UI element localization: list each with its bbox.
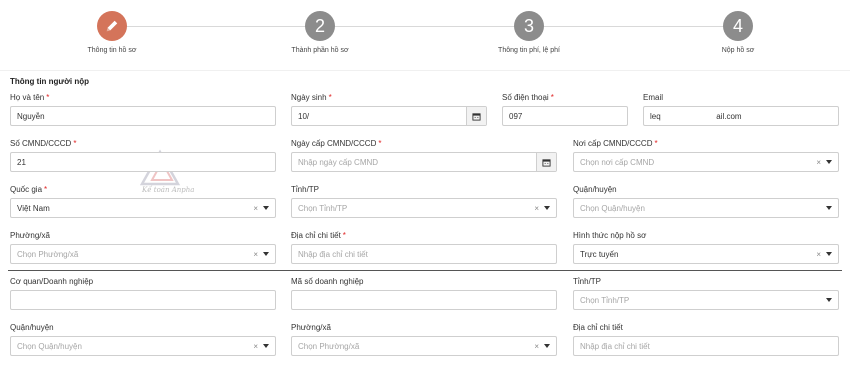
calendar-icon[interactable] [466, 107, 486, 125]
step-4[interactable]: 4 Nộp hồ sơ [658, 11, 818, 54]
label-email: Email [643, 93, 664, 102]
org-ward-select[interactable]: Chọn Phường/xã × [291, 336, 557, 356]
divider [0, 70, 850, 71]
label-ngay-sinh: Ngày sinh * [291, 93, 332, 102]
clear-icon[interactable]: × [253, 250, 258, 259]
label-hinh-thuc: Hình thức nộp hồ sơ [573, 231, 647, 240]
label-ma-so-dn: Mã số doanh nghiệp [291, 277, 364, 286]
province-select[interactable]: Chọn Tỉnh/TP × [291, 198, 557, 218]
step-2[interactable]: 2 Thành phần hồ sơ [240, 11, 400, 54]
step-3[interactable]: 3 Thông tin phí, lệ phí [449, 11, 609, 54]
chevron-down-icon[interactable] [544, 206, 550, 210]
country-select[interactable]: Việt Nam × [10, 198, 276, 218]
business-code-input[interactable] [291, 290, 557, 310]
label-ho-ten: Họ và tên * [10, 93, 50, 102]
label-so-cmnd: Số CMND/CCCD * [10, 139, 77, 148]
full-name-input[interactable]: Nguyễn [10, 106, 276, 126]
clear-icon[interactable]: × [816, 158, 821, 167]
step-label: Thông tin hồ sơ [87, 47, 137, 54]
clear-icon[interactable]: × [253, 204, 258, 213]
chevron-down-icon[interactable] [544, 344, 550, 348]
clear-icon[interactable]: × [534, 342, 539, 351]
organization-input[interactable] [10, 290, 276, 310]
step-1[interactable]: Thông tin hồ sơ [32, 11, 192, 54]
ward-select[interactable]: Chọn Phường/xã × [10, 244, 276, 264]
submission-method-select[interactable]: Trực tuyến × [573, 244, 839, 264]
label-tinh-tp: Tỉnh/TP [291, 185, 320, 194]
email-input[interactable]: leq ail.com [643, 106, 839, 126]
label-quan-huyen: Quận/huyện [573, 185, 617, 194]
chevron-down-icon[interactable] [826, 206, 832, 210]
label-noi-cap: Nơi cấp CMND/CCCD * [573, 139, 658, 148]
clear-icon[interactable]: × [816, 250, 821, 259]
label-org-tinh-tp: Tỉnh/TP [573, 277, 602, 286]
label-phuong-xa: Phường/xã [10, 231, 50, 240]
clear-icon[interactable]: × [534, 204, 539, 213]
birth-date-input[interactable]: 10/ [291, 106, 487, 126]
chevron-down-icon[interactable] [263, 206, 269, 210]
label-so-dien-thoai: Số điện thoại * [502, 93, 554, 102]
label-ngay-cap: Ngày cấp CMND/CCCD * [291, 139, 382, 148]
chevron-down-icon[interactable] [826, 160, 832, 164]
issue-date-input[interactable]: Nhập ngày cấp CMND [291, 152, 557, 172]
watermark-text: Kế toán Anpha [142, 186, 195, 194]
label-org-dia-chi: Địa chỉ chi tiết [573, 323, 623, 332]
label-org-phuong-xa: Phường/xã [291, 323, 331, 332]
chevron-down-icon[interactable] [826, 298, 832, 302]
phone-input[interactable]: 097 [502, 106, 628, 126]
step-label: Thông tin phí, lệ phí [498, 47, 560, 54]
district-select[interactable]: Chọn Quận/huyện [573, 198, 839, 218]
calendar-icon[interactable] [536, 153, 556, 171]
step-number: 2 [305, 11, 335, 41]
label-quoc-gia: Quốc gia * [10, 185, 48, 194]
section-divider [8, 270, 842, 271]
org-address-input[interactable]: Nhập địa chỉ chi tiết [573, 336, 839, 356]
stepper: Thông tin hồ sơ 2 Thành phần hồ sơ 3 Thô… [0, 0, 850, 70]
section-title: Thông tin người nộp [10, 77, 90, 86]
chevron-down-icon[interactable] [263, 344, 269, 348]
chevron-down-icon[interactable] [263, 252, 269, 256]
label-dia-chi: Địa chỉ chi tiết * [291, 231, 346, 240]
clear-icon[interactable]: × [253, 342, 258, 351]
pencil-icon [97, 11, 127, 41]
address-input[interactable]: Nhập địa chỉ chi tiết [291, 244, 557, 264]
org-province-select[interactable]: Chọn Tỉnh/TP [573, 290, 839, 310]
step-label: Nộp hồ sơ [721, 47, 755, 54]
step-connector [112, 26, 736, 27]
org-district-select[interactable]: Chọn Quận/huyện × [10, 336, 276, 356]
issue-place-select[interactable]: Chọn nơi cấp CMND × [573, 152, 839, 172]
id-number-input[interactable]: 21 [10, 152, 276, 172]
step-number: 4 [723, 11, 753, 41]
step-number: 3 [514, 11, 544, 41]
label-co-quan: Cơ quan/Doanh nghiệp [10, 277, 94, 286]
step-label: Thành phần hồ sơ [291, 47, 349, 54]
label-org-quan-huyen: Quận/huyện [10, 323, 54, 332]
chevron-down-icon[interactable] [826, 252, 832, 256]
